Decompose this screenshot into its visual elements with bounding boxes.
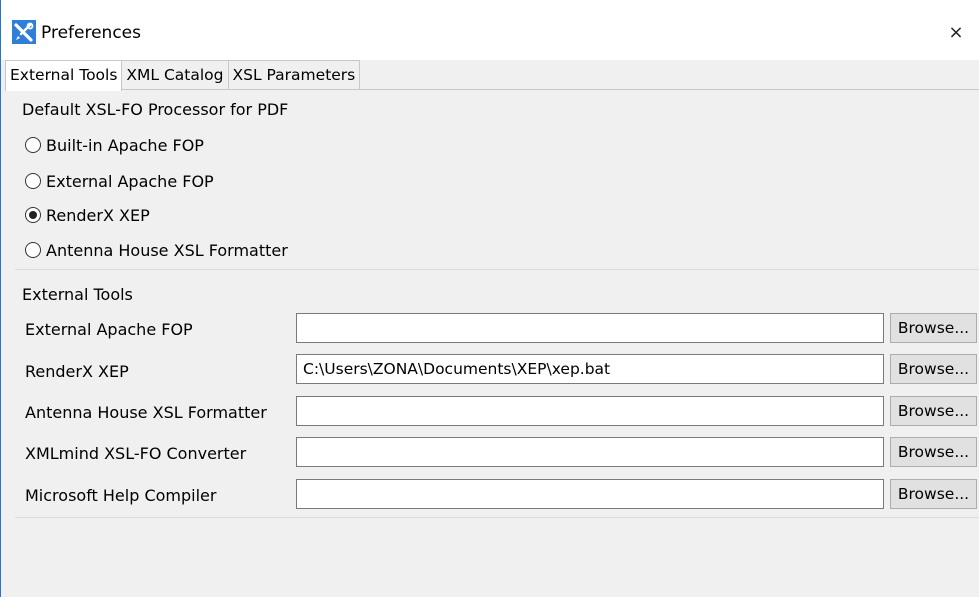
- tool-label-renderx-xep: RenderX XEP: [25, 362, 129, 381]
- radio-label: Built-in Apache FOP: [46, 135, 204, 155]
- microsoft-help-compiler-path-field[interactable]: [296, 479, 884, 509]
- tool-label-microsoft-help-compiler: Microsoft Help Compiler: [25, 486, 217, 505]
- tool-label-antenna-house: Antenna House XSL Formatter: [25, 403, 267, 422]
- tool-label-external-apache-fop: External Apache FOP: [25, 320, 193, 339]
- group-divider: [15, 517, 979, 518]
- radio-indicator: [25, 173, 41, 189]
- radio-label: Antenna House XSL Formatter: [46, 240, 288, 260]
- radio-indicator-checked: [25, 207, 41, 223]
- title-bar: Preferences ×: [1, 0, 979, 60]
- group-divider: [15, 269, 979, 270]
- tab-content-external-tools: Default XSL-FO Processor for PDF Built-i…: [5, 89, 979, 597]
- external-apache-fop-path-field[interactable]: [296, 313, 884, 343]
- radio-external-apache-fop[interactable]: External Apache FOP: [25, 169, 214, 193]
- tab-xsl-parameters[interactable]: XSL Parameters: [227, 60, 361, 90]
- radio-antenna-house[interactable]: Antenna House XSL Formatter: [25, 238, 288, 262]
- tab-external-tools[interactable]: External Tools: [5, 60, 123, 91]
- radio-label: External Apache FOP: [46, 171, 214, 191]
- close-icon: ×: [948, 22, 964, 43]
- tool-label-xmlmind-xsl-fo: XMLmind XSL-FO Converter: [25, 444, 247, 463]
- radio-label: RenderX XEP: [46, 205, 150, 225]
- radio-renderx-xep[interactable]: RenderX XEP: [25, 203, 150, 227]
- processor-group-header: Default XSL-FO Processor for PDF: [22, 100, 289, 119]
- browse-button-microsoft-help-compiler[interactable]: Browse...: [890, 479, 977, 509]
- browse-button-antenna-house[interactable]: Browse...: [890, 396, 977, 426]
- close-button[interactable]: ×: [933, 14, 979, 52]
- xmlmind-tools-icon: [12, 20, 36, 44]
- radio-indicator: [25, 242, 41, 258]
- tab-bar: External Tools XML Catalog XSL Parameter…: [5, 60, 361, 91]
- tab-xml-catalog[interactable]: XML Catalog: [121, 60, 229, 90]
- browse-button-xmlmind-xsl-fo[interactable]: Browse...: [890, 437, 977, 467]
- antenna-house-path-field[interactable]: [296, 396, 884, 426]
- browse-button-external-apache-fop[interactable]: Browse...: [890, 313, 977, 343]
- window-title: Preferences: [41, 23, 141, 43]
- radio-builtin-apache-fop[interactable]: Built-in Apache FOP: [25, 133, 204, 157]
- preferences-window: Preferences × External Tools XML Catalog…: [0, 0, 979, 597]
- external-tools-group-header: External Tools: [22, 285, 133, 304]
- radio-indicator: [25, 137, 41, 153]
- xmlmind-xsl-fo-path-field[interactable]: [296, 437, 884, 467]
- renderx-xep-path-field[interactable]: C:\Users\ZONA\Documents\XEP\xep.bat: [296, 354, 884, 384]
- browse-button-renderx-xep[interactable]: Browse...: [890, 354, 977, 384]
